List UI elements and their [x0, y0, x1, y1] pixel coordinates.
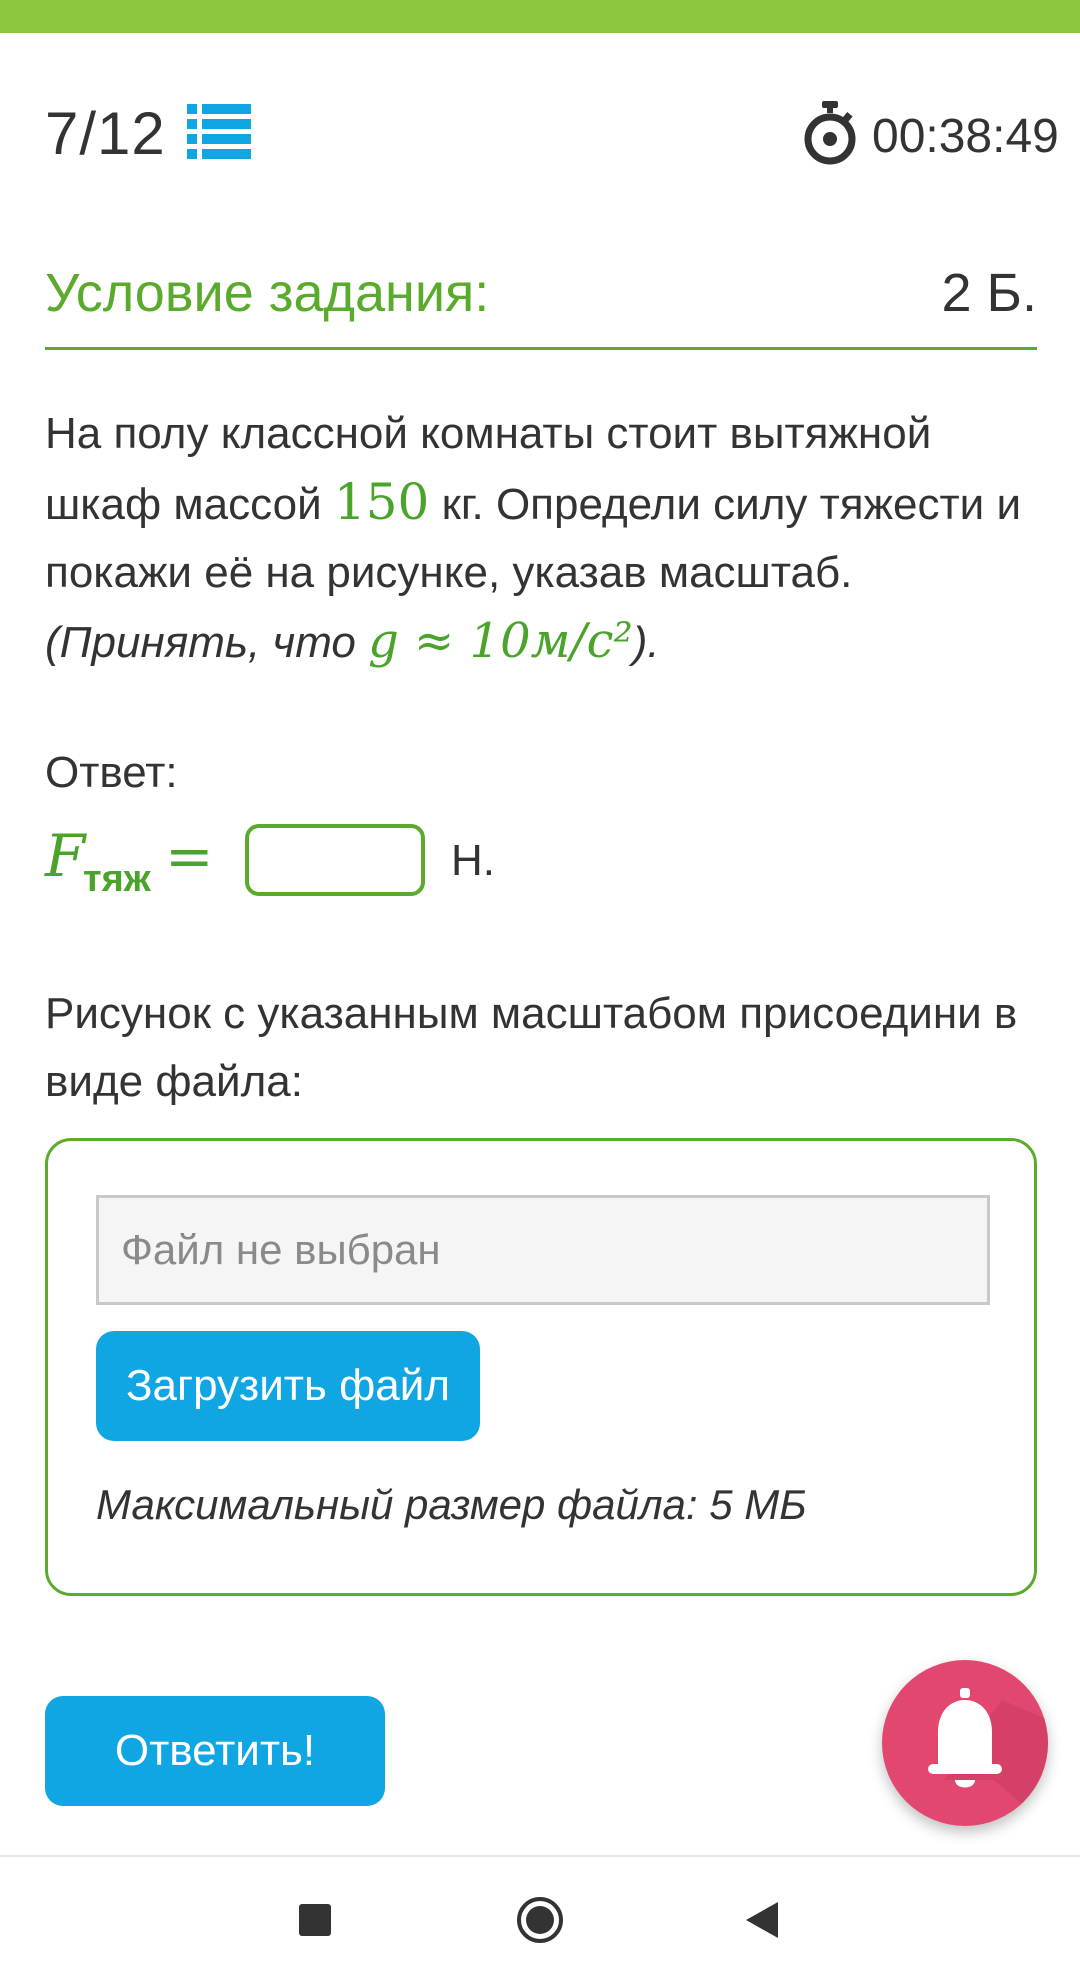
timer-text: 00:38:49: [872, 110, 1059, 163]
note-close: ).: [632, 618, 660, 667]
condition-title: Условие задания:: [45, 263, 490, 323]
upload-box: Файл не выбран Загрузить файл Максимальн…: [45, 1138, 1037, 1596]
gravity-formula: g ≈ 10м/с²: [368, 613, 633, 669]
circle-icon[interactable]: [516, 1896, 564, 1944]
unit-label: Н.: [451, 836, 495, 885]
equals-sign: =: [165, 822, 214, 890]
triangle-back-icon[interactable]: [744, 1900, 780, 1940]
list-icon[interactable]: [187, 104, 251, 160]
max-file-size-note: Максимальный размер файла: 5 МБ: [96, 1481, 807, 1528]
note-open: (Принять, что: [45, 618, 369, 667]
upload-file-button[interactable]: Загрузить файл: [96, 1331, 480, 1441]
bell-icon: [928, 1688, 1002, 1788]
stopwatch-icon: [802, 101, 858, 165]
problem-text: На полу классной комнаты стоит вытяжной …: [45, 400, 1037, 677]
file-placeholder: Файл не выбран: [121, 1226, 441, 1273]
file-field[interactable]: Файл не выбран: [96, 1195, 990, 1305]
attachment-label: Рисунок с указанным масштабом присоедини…: [45, 989, 1018, 1106]
answer-row: F тяж = Н.: [45, 822, 645, 902]
points-value: 2 Б.: [941, 263, 1037, 323]
question-progress: 7/12: [45, 100, 166, 167]
top-accent-stripe: [0, 0, 1080, 33]
bell-button[interactable]: [882, 1660, 1048, 1826]
force-subscript: тяж: [83, 858, 151, 900]
square-icon[interactable]: [299, 1904, 331, 1936]
mass-value: 150: [333, 473, 430, 531]
header: 7/12 00:38:49: [45, 95, 1059, 175]
nav-divider: [0, 1855, 1080, 1857]
answer-label: Ответ:: [45, 748, 178, 797]
force-variable: F: [45, 822, 86, 890]
answer-input[interactable]: [245, 824, 425, 896]
condition-header: Условие задания: 2 Б.: [45, 262, 1037, 350]
submit-answer-button[interactable]: Ответить!: [45, 1696, 385, 1806]
